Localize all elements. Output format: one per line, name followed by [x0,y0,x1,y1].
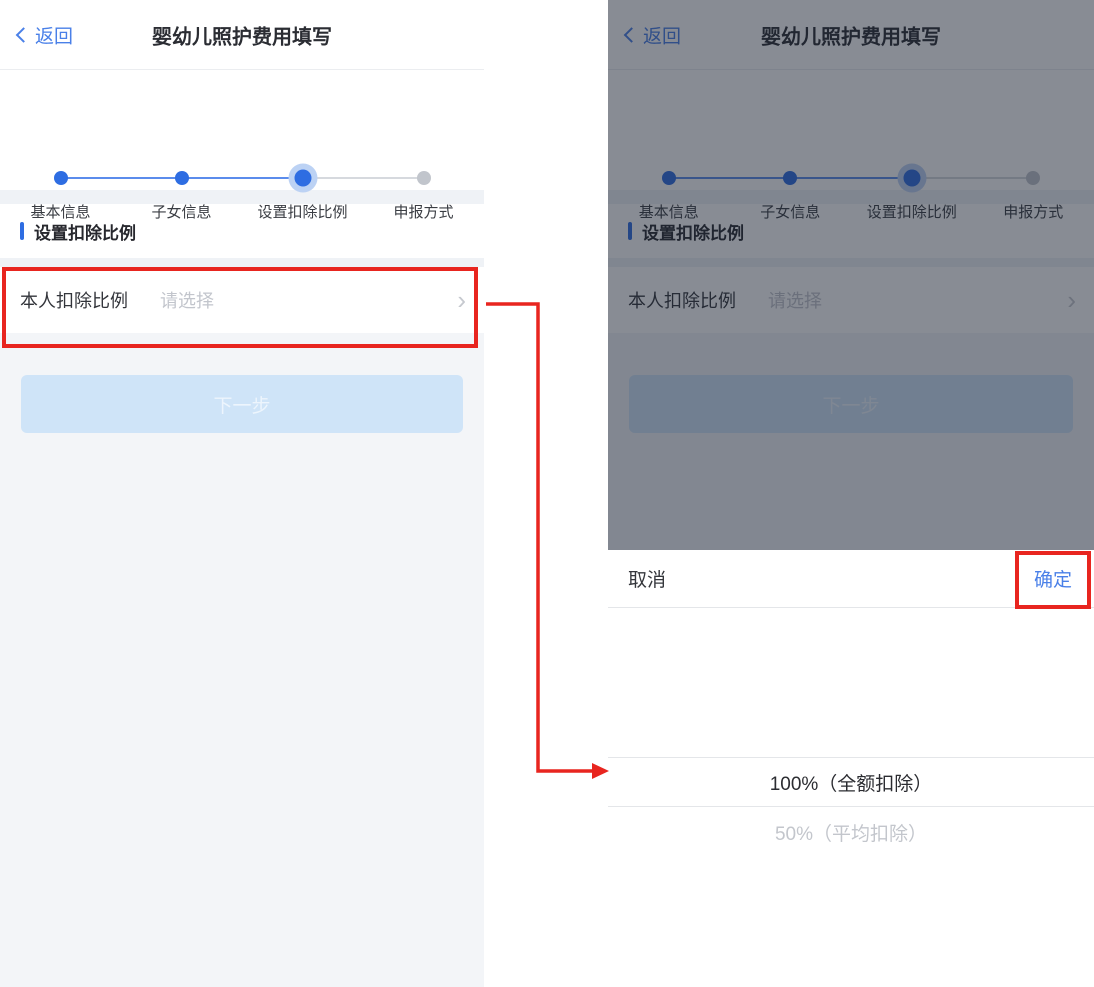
step-basic-info: 基本信息 [0,70,121,221]
field-label: 本人扣除比例 [20,291,128,311]
step-label: 子女信息 [151,204,212,221]
step-label: 基本信息 [30,204,91,221]
picker-option-100-percent[interactable]: 100%（全额扣除） [608,757,1094,807]
section-title: 设置扣除比例 [34,223,136,243]
step-declaration-method: 申报方式 [363,70,484,221]
step-deduction-ratio: 设置扣除比例 [242,70,363,221]
content-background: 下一步 [0,333,484,987]
picker-cancel-button[interactable]: 取消 [628,565,666,592]
page-title: 婴幼儿照护费用填写 [152,26,332,48]
picker-confirm-button[interactable]: 确定 [1034,565,1072,592]
field-placeholder: 请选择 [160,291,214,311]
form-screen: 返回 婴幼儿照护费用填写 基本信息 子女信息 设置扣除比例 申报方式 设置扣除比… [0,0,484,987]
step-dot-current [294,169,311,187]
step-dot [53,171,68,185]
picker-header: 取消 确定 [608,550,1094,608]
nav-bar: 返回 婴幼儿照护费用填写 [0,0,484,69]
section-accent-bar [20,222,24,240]
step-label: 申报方式 [393,204,454,221]
next-step-button[interactable]: 下一步 [21,375,463,433]
annotated-screenshot-canvas: 返回 婴幼儿照护费用填写 基本信息 子女信息 设置扣除比例 申报方式 设置扣除比… [0,0,1094,987]
row-separator [0,258,484,267]
step-dot [416,171,431,185]
picker-option-50-percent[interactable]: 50%（平均扣除） [608,807,1094,857]
form-screen-with-picker: 返回 婴幼儿照护费用填写 基本信息 子女信息 设置扣除比例 [608,0,1094,987]
chevron-right-icon: › [457,284,466,315]
step-label: 设置扣除比例 [257,204,348,221]
ratio-picker-sheet: 取消 确定 100%（全额扣除） 50%（平均扣除） [608,550,1094,987]
progress-stepper: 基本信息 子女信息 设置扣除比例 申报方式 [0,70,484,221]
picker-backdrop[interactable] [608,0,1094,550]
step-dot [174,171,189,185]
deduction-ratio-field[interactable]: 本人扣除比例 请选择 › [0,267,484,333]
step-children-info: 子女信息 [121,70,242,221]
picker-wheel-space [608,608,1094,757]
